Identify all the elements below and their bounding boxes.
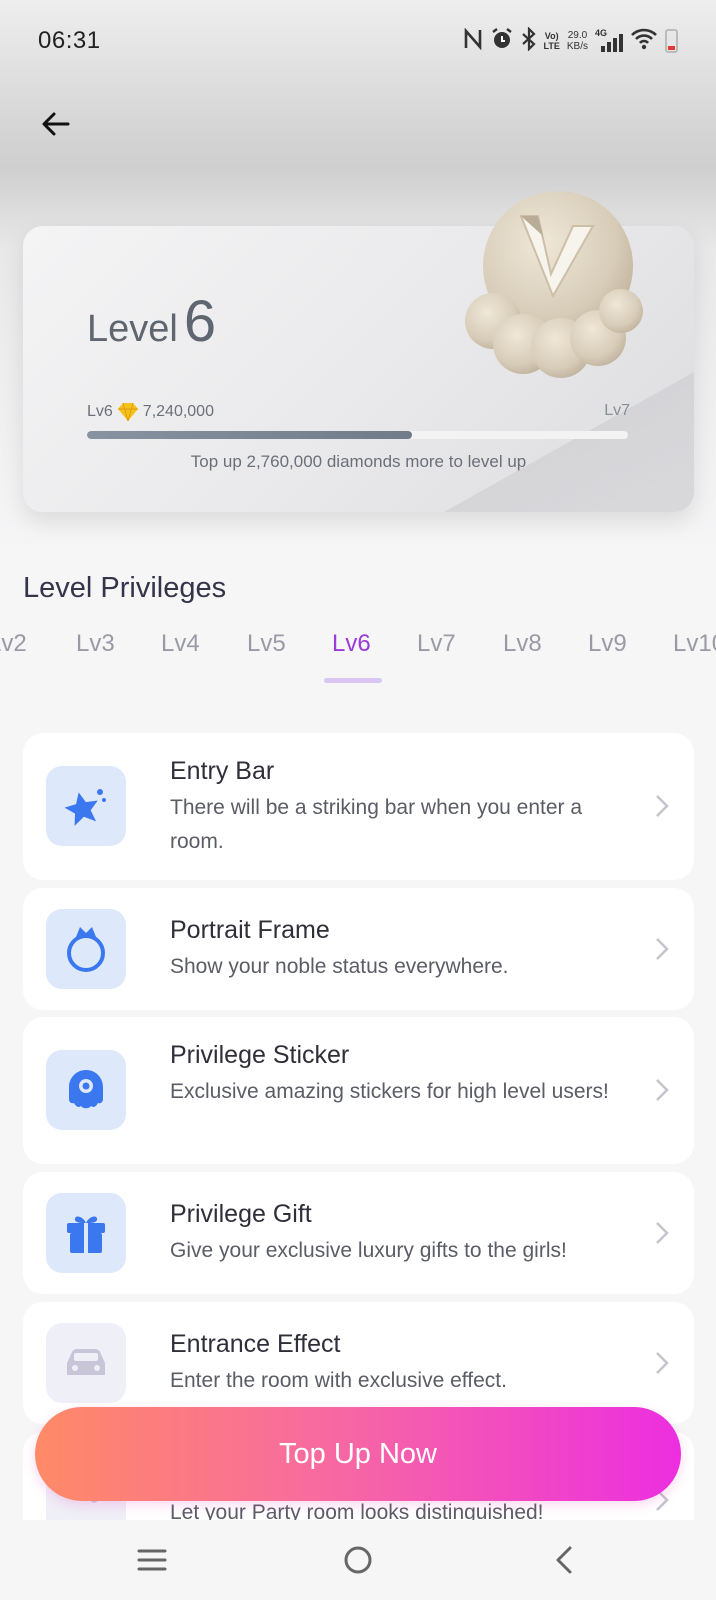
tab-lv10[interactable]: Lv10: [673, 630, 716, 658]
volte-icon: Vo) LTE: [543, 31, 560, 51]
privilege-card-entrance-effect[interactable]: Entrance Effect Enter the room with excl…: [23, 1302, 694, 1424]
alarm-icon: [490, 27, 514, 55]
level-progress-fill: [87, 431, 412, 439]
next-level-label: Lv7: [604, 402, 630, 419]
privilege-desc: There will be a striking bar when you en…: [170, 796, 583, 853]
privilege-card-sticker[interactable]: Privilege Sticker Exclusive amazing stic…: [23, 1017, 694, 1164]
diamond-amount: 7,240,000: [142, 403, 214, 420]
level-progress-bar: [87, 431, 628, 439]
active-tab-indicator: [324, 678, 382, 683]
privilege-desc: Give your exclusive luxury gifts to the …: [170, 1239, 567, 1262]
privilege-title: Privilege Sticker: [170, 1041, 350, 1069]
privilege-card-entry-bar[interactable]: Entry Bar There will be a striking bar w…: [23, 733, 694, 880]
tab-lv5[interactable]: Lv5: [247, 630, 286, 658]
tab-lv2[interactable]: Lv2: [0, 630, 27, 658]
level-word: Level: [87, 308, 178, 350]
nav-home-button[interactable]: [336, 1538, 380, 1582]
back-icon: [556, 1546, 572, 1574]
menu-icon: [137, 1549, 167, 1571]
level-number: 6: [183, 289, 217, 354]
wifi-icon: [630, 27, 658, 55]
nav-menu-button[interactable]: [130, 1538, 174, 1582]
chevron-right-icon: [650, 1217, 674, 1249]
top-up-now-button[interactable]: Top Up Now: [35, 1407, 681, 1501]
privilege-icon-box: [46, 1193, 126, 1273]
car-icon: [67, 1349, 105, 1375]
tab-lv6[interactable]: Lv6: [332, 630, 371, 658]
privilege-icon-box: [46, 1050, 126, 1130]
level-tabs: Lv2 Lv3 Lv4 Lv5 Lv6 Lv7 Lv8 Lv9 Lv10: [0, 630, 716, 680]
tab-lv9[interactable]: Lv9: [588, 630, 627, 658]
privilege-icon-box: [46, 766, 126, 846]
tab-lv8[interactable]: Lv8: [503, 630, 542, 658]
home-icon: [344, 1546, 372, 1574]
privilege-icon-box: [46, 1323, 126, 1403]
crown-frame-icon: [67, 927, 105, 972]
status-time: 06:31: [38, 27, 101, 54]
privilege-title: Entrance Effect: [170, 1330, 341, 1358]
tab-lv7[interactable]: Lv7: [417, 630, 456, 658]
privilege-desc: Exclusive amazing stickers for high leve…: [170, 1080, 609, 1103]
card-decoration: [444, 372, 694, 512]
nav-back-button[interactable]: [542, 1538, 586, 1582]
back-button[interactable]: [36, 104, 76, 144]
status-bar: 06:31 Vo) LTE 29.0 KB/s 4G: [0, 0, 716, 82]
privilege-desc: Show your noble status everywhere.: [170, 955, 509, 978]
signal-icon: 4G: [595, 28, 623, 54]
battery-icon: [665, 29, 678, 53]
gift-icon: [67, 1216, 105, 1253]
nfc-icon: [463, 27, 483, 54]
privilege-icon-box: [46, 909, 126, 989]
tab-lv3[interactable]: Lv3: [76, 630, 115, 658]
bluetooth-icon: [521, 26, 537, 55]
diamond-icon: [117, 402, 138, 422]
chevron-right-icon: [650, 1347, 674, 1379]
level-card: Level 6 Lv6 7,240,000 Lv7 Top up 2,760,00…: [23, 191, 694, 512]
chevron-right-icon: [650, 790, 674, 822]
tab-lv4[interactable]: Lv4: [161, 630, 200, 658]
privilege-title: Privilege Gift: [170, 1200, 312, 1228]
status-icons: Vo) LTE 29.0 KB/s 4G: [463, 26, 678, 55]
privilege-card-gift[interactable]: Privilege Gift Give your exclusive luxur…: [23, 1172, 694, 1294]
level-badge-icon: [465, 191, 643, 378]
current-level-label: Lv6: [87, 403, 113, 420]
privilege-title: Entry Bar: [170, 757, 275, 785]
privilege-title: Portrait Frame: [170, 916, 330, 944]
arrow-left-icon: [42, 112, 70, 136]
level-title: Level 6: [87, 288, 216, 355]
level-up-hint: Top up 2,760,000 diamonds more to level …: [190, 452, 527, 471]
privilege-desc: Enter the room with exclusive effect.: [170, 1369, 507, 1392]
star-icon: [64, 789, 106, 826]
section-title: Level Privileges: [23, 572, 227, 604]
chevron-right-icon: [650, 933, 674, 965]
progress-current: Lv6 7,240,000: [87, 402, 214, 422]
system-nav-bar: [0, 1520, 716, 1600]
privilege-card-portrait-frame[interactable]: Portrait Frame Show your noble status ev…: [23, 888, 694, 1010]
sticker-icon: [69, 1070, 103, 1109]
chevron-right-icon: [650, 1074, 674, 1106]
net-speed: 29.0 KB/s: [566, 30, 588, 52]
